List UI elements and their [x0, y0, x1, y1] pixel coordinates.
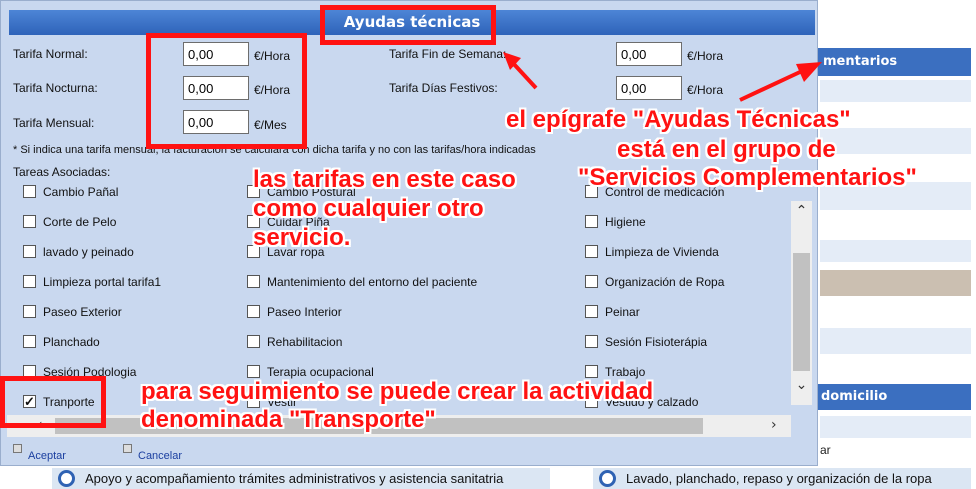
scroll-right-icon[interactable]: › [771, 417, 777, 433]
annotation-tarifas-2: como cualquier otro [253, 195, 484, 222]
vertical-scrollbar[interactable]: ⌃ ⌄ [791, 201, 812, 405]
group-header-complementarios: mentarios [815, 48, 971, 76]
task-label: Limpieza de Vivienda [605, 245, 719, 259]
scroll-down-icon[interactable]: ⌄ [791, 377, 812, 393]
annotation-epigrafe-1: el epígrafe "Ayudas Técnicas" [506, 106, 851, 133]
task-label: Higiene [605, 215, 646, 229]
annotation-box-title [320, 5, 496, 45]
task-label: Paseo Interior [267, 305, 342, 319]
background-band [820, 328, 971, 354]
service-item-lavado[interactable]: Lavado, planchado, repaso y organización… [593, 468, 971, 489]
tarifa-fin-semana-input[interactable] [616, 42, 682, 66]
task-checkbox[interactable] [585, 365, 598, 378]
task-label: Corte de Pelo [43, 215, 117, 229]
service-item-label: Apoyo y acompañamiento trámites administ… [85, 471, 504, 486]
annotation-box-tarifas [146, 33, 307, 149]
tarifa-fin-semana-label: Tarifa Fin de Semana: [389, 47, 507, 61]
tareas-label: Tareas Asociadas: [13, 165, 111, 179]
tarifa-normal-label: Tarifa Normal: [13, 47, 88, 61]
cancel-icon [123, 444, 132, 453]
cancel-button[interactable]: Cancelar [123, 444, 183, 462]
tarifa-festivos-input[interactable] [616, 76, 682, 100]
annotation-tarifas-3: servicio. [253, 224, 351, 251]
group-header-domicilio: domicilio [815, 384, 971, 410]
annotation-tarifas-1: las tarifas en este caso [253, 166, 516, 193]
tarifa-mensual-label: Tarifa Mensual: [13, 116, 95, 130]
task-checkbox[interactable] [585, 335, 598, 348]
task-label: Sesión Fisioterápia [605, 335, 708, 349]
task-label: Planchado [43, 335, 100, 349]
task-checkbox[interactable] [247, 275, 260, 288]
accept-button[interactable]: Aceptar [13, 444, 66, 462]
background-band [820, 240, 971, 262]
task-checkbox[interactable] [585, 245, 598, 258]
task-checkbox[interactable] [247, 335, 260, 348]
task-label: Peinar [605, 305, 640, 319]
annotation-epigrafe-3: "Servicios Complementarios" [578, 164, 917, 191]
annotation-box-transporte [0, 376, 106, 428]
task-label: Organización de Ropa [605, 275, 725, 289]
task-label: Cambio Pañal [43, 185, 119, 199]
annotation-transporte-1: para seguimiento se puede crear la activ… [141, 378, 654, 405]
task-checkbox[interactable] [247, 365, 260, 378]
task-label: Paseo Exterior [43, 305, 122, 319]
task-label: Limpieza portal tarifa1 [43, 275, 162, 289]
task-checkbox[interactable] [247, 305, 260, 318]
task-label: Mantenimiento del entorno del paciente [267, 275, 478, 289]
task-label: lavado y peinado [43, 245, 134, 259]
service-item-tramites[interactable]: Apoyo y acompañamiento trámites administ… [52, 468, 550, 489]
service-item-label: Lavado, planchado, repaso y organización… [626, 471, 932, 486]
tarifa-nocturna-label: Tarifa Nocturna: [13, 81, 98, 95]
tarifa-fin-semana-unit: €/Hora [687, 49, 724, 63]
vertical-scroll-thumb[interactable] [793, 253, 810, 371]
tarifa-festivos-label: Tarifa Días Festivos: [389, 81, 498, 95]
task-checkbox[interactable] [585, 215, 598, 228]
task-checkbox[interactable] [23, 275, 36, 288]
task-checkbox[interactable] [23, 215, 36, 228]
annotation-transporte-2: denominada "Transporte" [141, 406, 436, 433]
task-checkbox[interactable] [23, 185, 36, 198]
accept-icon [13, 444, 22, 453]
task-checkbox[interactable] [585, 275, 598, 288]
background-band [820, 416, 971, 438]
tarifa-festivos-unit: €/Hora [687, 83, 724, 97]
task-checkbox[interactable] [585, 305, 598, 318]
radio-icon[interactable] [58, 470, 75, 488]
annotation-epigrafe-2: está en el grupo de [617, 136, 836, 163]
accept-label: Aceptar [28, 450, 66, 462]
background-partial-text: ar [820, 443, 831, 457]
task-checkbox[interactable] [23, 305, 36, 318]
task-checkbox[interactable] [23, 335, 36, 348]
background-band-tan [820, 270, 971, 296]
scroll-up-icon[interactable]: ⌃ [791, 203, 812, 219]
cancel-label: Cancelar [138, 450, 183, 462]
task-label: Rehabilitacion [267, 335, 343, 349]
task-checkbox[interactable] [23, 245, 36, 258]
radio-icon[interactable] [599, 470, 616, 488]
background-band [820, 80, 971, 102]
